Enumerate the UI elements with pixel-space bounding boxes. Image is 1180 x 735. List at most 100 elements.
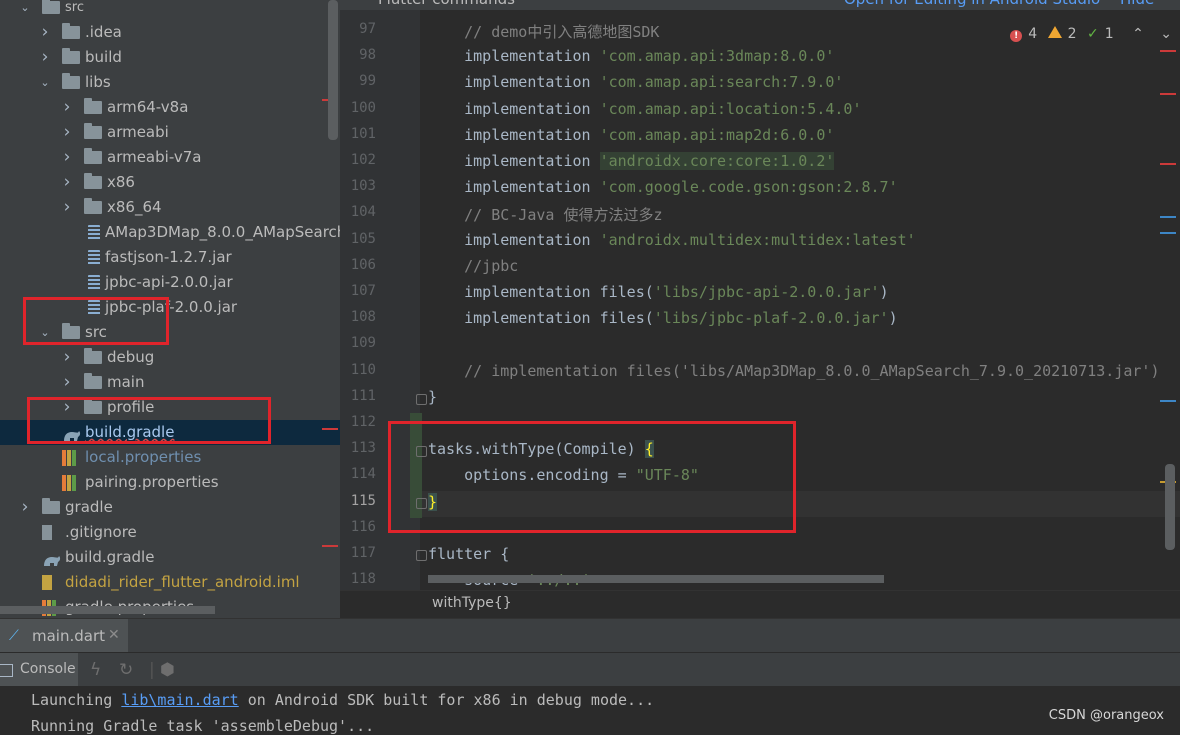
fold-marker-icon[interactable] bbox=[416, 394, 427, 405]
error-stripe[interactable] bbox=[1160, 50, 1176, 52]
chevron-down-icon[interactable]: ⌄ bbox=[1160, 26, 1172, 42]
code-line[interactable]: implementation 'com.amap.api:search:7.9.… bbox=[428, 73, 843, 91]
tab-console[interactable]: Console bbox=[0, 653, 78, 687]
tree-horizontal-scrollbar[interactable] bbox=[0, 606, 215, 614]
chevron-up-icon[interactable]: ⌃ bbox=[1132, 26, 1144, 42]
annotation-box-src bbox=[23, 297, 169, 345]
info-stripe[interactable] bbox=[1160, 232, 1176, 234]
tree-item[interactable]: › arm64-v8a bbox=[0, 95, 340, 120]
inspection-widget[interactable]: ! 4 2 ✓ 1 ⌃ ⌄ bbox=[1004, 26, 1172, 42]
code-line[interactable]: implementation 'com.amap.api:3dmap:8.0.0… bbox=[428, 47, 834, 65]
line-number: 99 bbox=[359, 73, 376, 89]
open-in-android-studio-link[interactable]: Open for Editing in Android Studio bbox=[844, 0, 1100, 8]
code-line[interactable]: implementation 'com.amap.api:location:5.… bbox=[428, 100, 861, 118]
code-line[interactable]: implementation 'com.amap.api:map2d:6.0.0… bbox=[428, 126, 834, 144]
tree-item[interactable]: ⌄ libs bbox=[0, 70, 340, 95]
console-output[interactable]: Launching lib\main.dart on Android SDK b… bbox=[0, 686, 1180, 735]
editor-vertical-scrollbar[interactable] bbox=[1165, 464, 1175, 550]
chevron-right-icon[interactable]: › bbox=[60, 120, 74, 145]
check-icon: ✓ bbox=[1086, 26, 1099, 42]
tree-item[interactable]: › x86_64 bbox=[0, 195, 340, 220]
code-line[interactable]: flutter { bbox=[428, 545, 509, 563]
console-file-link[interactable]: lib\main.dart bbox=[121, 691, 238, 709]
code-line[interactable]: //jpbc bbox=[428, 257, 518, 275]
chevron-right-icon[interactable]: › bbox=[38, 45, 52, 70]
folder-icon bbox=[84, 123, 102, 139]
chevron-right-icon[interactable]: › bbox=[60, 370, 74, 395]
tree-item[interactable]: › main bbox=[0, 370, 340, 395]
close-icon[interactable]: ✕ bbox=[108, 627, 120, 643]
chevron-right-icon[interactable]: › bbox=[60, 170, 74, 195]
chevron-right-icon[interactable]: › bbox=[60, 145, 74, 170]
tree-item-label: gradle bbox=[65, 498, 113, 516]
chevron-right-icon[interactable]: › bbox=[38, 20, 52, 45]
chevron-right-icon[interactable]: › bbox=[18, 495, 32, 520]
breadcrumb-item[interactable]: withType{} bbox=[432, 595, 512, 611]
run-toolbar: Console ϟ ↻ | ⬢ bbox=[0, 652, 1180, 687]
tree-item-label: armeabi-v7a bbox=[107, 148, 202, 166]
info-stripe[interactable] bbox=[1160, 216, 1176, 218]
code-line[interactable]: // implementation files('libs/AMap3DMap_… bbox=[428, 362, 1159, 380]
properties-icon bbox=[62, 450, 76, 466]
chevron-down-icon[interactable]: ⌄ bbox=[18, 0, 32, 20]
line-number: 107 bbox=[350, 283, 376, 299]
tree-item[interactable]: › armeabi bbox=[0, 120, 340, 145]
tree-item[interactable]: › x86 bbox=[0, 170, 340, 195]
hot-restart-icon[interactable]: ↻ bbox=[119, 660, 133, 680]
folder-icon bbox=[84, 198, 102, 214]
folder-icon bbox=[62, 73, 80, 89]
tree-item-label: pairing.properties bbox=[85, 473, 219, 491]
tree-item-label: jpbc-api-2.0.0.jar bbox=[105, 273, 233, 291]
editor-horizontal-scrollbar[interactable] bbox=[428, 575, 884, 583]
tree-item[interactable]: › gradle bbox=[0, 495, 340, 520]
chevron-down-icon[interactable]: ⌄ bbox=[38, 70, 52, 95]
devtools-icon[interactable]: ⬢ bbox=[160, 660, 175, 680]
code-line[interactable]: implementation 'com.google.code.gson:gso… bbox=[428, 178, 898, 196]
hide-banner-link[interactable]: Hide bbox=[1120, 0, 1154, 8]
code-line[interactable]: implementation 'androidx.core:core:1.0.2… bbox=[428, 152, 835, 170]
tree-item[interactable]: › armeabi-v7a bbox=[0, 145, 340, 170]
code-line[interactable]: implementation files('libs/jpbc-api-2.0.… bbox=[428, 283, 888, 301]
tree-item[interactable]: jpbc-api-2.0.0.jar bbox=[0, 270, 340, 295]
info-stripe[interactable] bbox=[1160, 400, 1176, 402]
tree-item[interactable]: › debug bbox=[0, 345, 340, 370]
tree-item[interactable]: ⌄ src bbox=[0, 0, 340, 20]
tree-item[interactable]: build.gradle bbox=[0, 545, 340, 570]
tree-item[interactable]: › .idea bbox=[0, 20, 340, 45]
line-number: 106 bbox=[350, 257, 376, 273]
gradle-icon bbox=[42, 551, 62, 566]
tree-item[interactable]: .gitignore bbox=[0, 520, 340, 545]
tree-item[interactable]: › build bbox=[0, 45, 340, 70]
error-stripe[interactable] bbox=[1160, 163, 1176, 165]
folder-icon bbox=[62, 48, 80, 64]
console-tab-label: Console bbox=[20, 661, 76, 677]
console-line: Running Gradle task 'assembleDebug'... bbox=[31, 717, 374, 735]
chevron-right-icon[interactable]: › bbox=[60, 195, 74, 220]
breadcrumb[interactable]: withType{} bbox=[340, 590, 1180, 618]
folder-icon bbox=[84, 148, 102, 164]
line-number: 104 bbox=[350, 204, 376, 220]
tree-item[interactable]: local.properties bbox=[0, 445, 340, 470]
chevron-right-icon[interactable]: › bbox=[60, 95, 74, 120]
tab-main-dart[interactable]: ⟋ main.dart ✕ bbox=[0, 619, 128, 653]
tree-vertical-scrollbar[interactable] bbox=[328, 0, 338, 140]
fold-marker-icon[interactable] bbox=[416, 550, 427, 561]
tree-item[interactable]: pairing.properties bbox=[0, 470, 340, 495]
folder-icon bbox=[62, 23, 80, 39]
line-number: 97 bbox=[359, 21, 376, 37]
banner-title: Flutter commands bbox=[378, 0, 515, 8]
folder-icon bbox=[84, 348, 102, 364]
tree-item[interactable]: didadi_rider_flutter_android.iml bbox=[0, 570, 340, 595]
code-line[interactable]: // demo中引入高德地图SDK bbox=[428, 21, 659, 42]
hot-reload-icon[interactable]: ϟ bbox=[90, 660, 101, 680]
code-line[interactable]: } bbox=[428, 388, 437, 406]
tree-item[interactable]: fastjson-1.2.7.jar bbox=[0, 245, 340, 270]
separator: | bbox=[149, 660, 155, 680]
code-line[interactable]: implementation files('libs/jpbc-plaf-2.0… bbox=[428, 309, 898, 327]
code-line[interactable]: implementation 'androidx.multidex:multid… bbox=[428, 231, 916, 249]
code-line[interactable]: // BC-Java 使得方法过多z bbox=[428, 204, 662, 225]
line-number: 108 bbox=[350, 309, 376, 325]
tree-item[interactable]: AMap3DMap_8.0.0_AMapSearch_7 bbox=[0, 220, 340, 245]
error-stripe[interactable] bbox=[1160, 93, 1176, 95]
chevron-right-icon[interactable]: › bbox=[60, 345, 74, 370]
